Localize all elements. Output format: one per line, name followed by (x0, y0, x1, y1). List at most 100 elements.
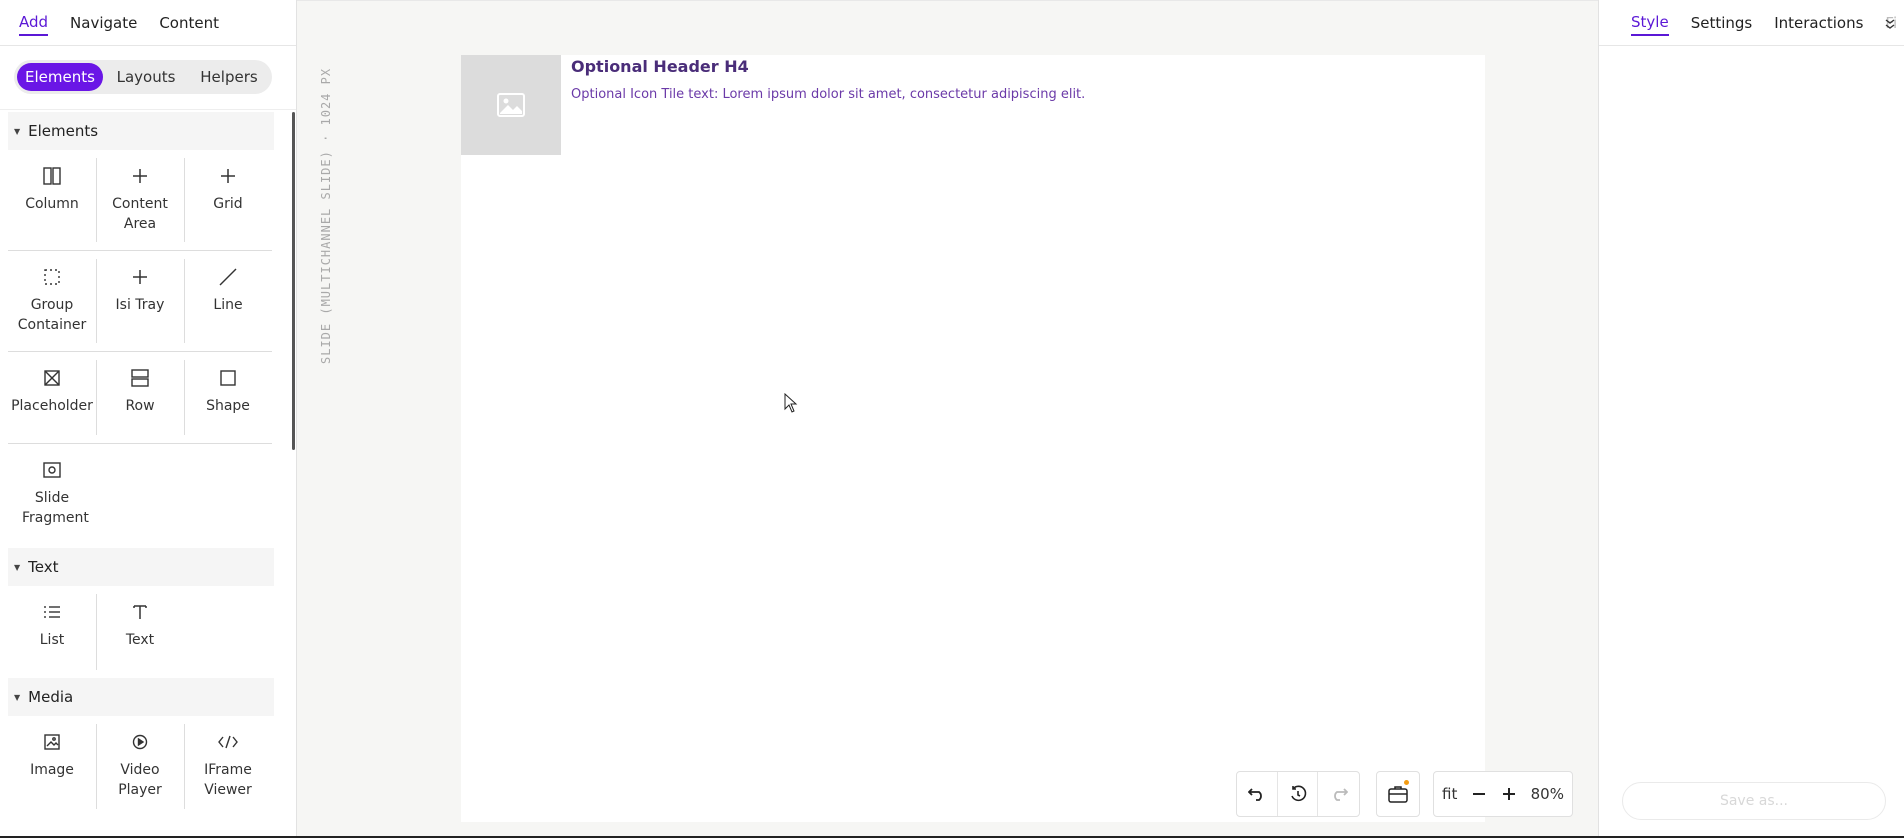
segment-layouts[interactable]: Layouts (103, 63, 189, 91)
code-icon (217, 730, 239, 754)
element-label: Video Player (118, 762, 162, 798)
element-label: Line (213, 297, 243, 313)
section-header-elements[interactable]: ▼ Elements (8, 112, 274, 150)
caret-down-icon: ▼ (14, 692, 21, 702)
caret-down-icon: ▼ (14, 562, 21, 572)
element-iframe-viewer[interactable]: IFrame Viewer (184, 716, 272, 817)
element-label: Shape (206, 398, 250, 414)
chevron-double-down-icon[interactable] (1884, 18, 1896, 34)
slide-header-h4[interactable]: Optional Header H4 (571, 57, 749, 76)
element-label: Row (125, 398, 155, 414)
icon-tile-image-placeholder[interactable] (461, 55, 561, 155)
element-list[interactable]: List (8, 586, 96, 678)
redo-button[interactable] (1318, 772, 1359, 816)
slide-icon-tile-text[interactable]: Optional Icon Tile text: Lorem ipsum dol… (571, 87, 1085, 102)
element-label: Placeholder (11, 398, 93, 414)
element-slide-fragment[interactable]: Slide Fragment (8, 444, 96, 548)
text-grid: List Text (8, 586, 274, 678)
history-icon (1290, 785, 1306, 802)
briefcase-icon (1388, 786, 1408, 803)
element-image[interactable]: Image (8, 716, 96, 817)
image-icon (43, 730, 61, 754)
minus-icon (1473, 793, 1486, 795)
element-label: Slide Fragment (22, 490, 89, 526)
tab-content[interactable]: Content (159, 11, 219, 35)
zoom-fit-button[interactable]: fit (1442, 785, 1457, 803)
section-title: Elements (28, 122, 99, 140)
mouse-cursor-icon (784, 392, 798, 417)
element-video-player[interactable]: Video Player (96, 716, 184, 817)
element-grid[interactable]: Grid (184, 150, 272, 251)
caret-down-icon: ▼ (14, 126, 21, 136)
segment-helpers[interactable]: Helpers (189, 63, 269, 91)
element-label: IFrame Viewer (204, 762, 252, 798)
row-icon (130, 366, 150, 390)
zoom-in-button[interactable] (1501, 786, 1517, 802)
device-toolbar (1376, 771, 1420, 817)
line-icon (218, 265, 238, 289)
element-label: List (39, 632, 65, 648)
section-header-text[interactable]: ▼ Text (8, 548, 274, 586)
section-media: ▼ Media Image Video Player IFrame Viewer (8, 678, 274, 817)
element-line[interactable]: Line (184, 251, 272, 352)
zoom-level: 80% (1530, 785, 1564, 803)
tab-settings[interactable]: Settings (1691, 11, 1753, 35)
history-toolbar (1236, 771, 1360, 817)
element-shape[interactable]: Shape (184, 352, 272, 444)
element-group-container[interactable]: Group Container (8, 251, 96, 352)
section-header-media[interactable]: ▼ Media (8, 678, 274, 716)
section-elements: ▼ Elements Column Content Area Grid Grou… (8, 112, 274, 548)
placeholder-icon (43, 366, 61, 390)
section-title: Media (28, 688, 74, 706)
segment-control-wrapper: Elements Layouts Helpers (0, 46, 296, 110)
text-t-icon (131, 600, 149, 624)
element-label: Image (30, 762, 74, 778)
element-label: Content Area (112, 196, 168, 232)
slide-size-label-text: SLIDE (MULTICHANNEL SLIDE) · 1024 PX (319, 67, 333, 364)
element-text[interactable]: Text (96, 586, 184, 678)
element-isi-tray[interactable]: Isi Tray (96, 251, 184, 352)
zoom-out-button[interactable] (1471, 786, 1487, 802)
segment-control: Elements Layouts Helpers (14, 60, 272, 94)
scrollbar[interactable] (292, 112, 295, 450)
media-grid: Image Video Player IFrame Viewer (8, 716, 274, 817)
element-label: Column (25, 196, 79, 212)
plus-icon (219, 164, 237, 188)
element-label: Group Container (17, 297, 87, 333)
element-column[interactable]: Column (8, 150, 96, 251)
briefcase-button[interactable] (1377, 772, 1419, 816)
plus-icon (131, 265, 149, 289)
elements-grid: Column Content Area Grid Group Container… (8, 150, 274, 548)
slide-size-label: SLIDE (MULTICHANNEL SLIDE) · 1024 PX (313, 68, 333, 372)
redo-icon (1333, 788, 1348, 801)
undo-icon (1247, 788, 1262, 801)
segment-elements[interactable]: Elements (17, 63, 103, 91)
plus-icon (1502, 788, 1515, 800)
element-label: Grid (213, 196, 243, 212)
element-content-area[interactable]: Content Area (96, 150, 184, 251)
add-panel-tabs: Add Navigate Content (0, 0, 296, 46)
tab-navigate[interactable]: Navigate (70, 11, 137, 35)
square-icon (219, 366, 237, 390)
properties-tabs: Style Settings Interactions Fi (1599, 0, 1904, 46)
plus-icon (131, 164, 149, 188)
dashed-square-icon (43, 265, 61, 289)
element-placeholder[interactable]: Placeholder (8, 352, 96, 444)
column-icon (42, 164, 62, 188)
left-panel: Add Navigate Content Elements Layouts He… (0, 0, 297, 836)
section-title: Text (28, 558, 59, 576)
section-text: ▼ Text List Text (8, 548, 274, 678)
slide-fragment-icon (42, 458, 62, 482)
element-label: Text (125, 632, 155, 648)
tab-interactions[interactable]: Interactions (1774, 11, 1863, 35)
element-row[interactable]: Row (96, 352, 184, 444)
history-button[interactable] (1278, 772, 1319, 816)
image-placeholder-icon (497, 93, 525, 117)
zoom-toolbar: fit 80% (1433, 771, 1573, 817)
right-panel: Style Settings Interactions Fi (1598, 0, 1904, 836)
undo-button[interactable] (1237, 772, 1278, 816)
save-as-button[interactable]: Save as... (1622, 782, 1886, 820)
tab-style[interactable]: Style (1631, 10, 1669, 36)
tab-add[interactable]: Add (19, 10, 49, 36)
slide-canvas[interactable]: Optional Header H4 Optional Icon Tile te… (461, 55, 1485, 822)
